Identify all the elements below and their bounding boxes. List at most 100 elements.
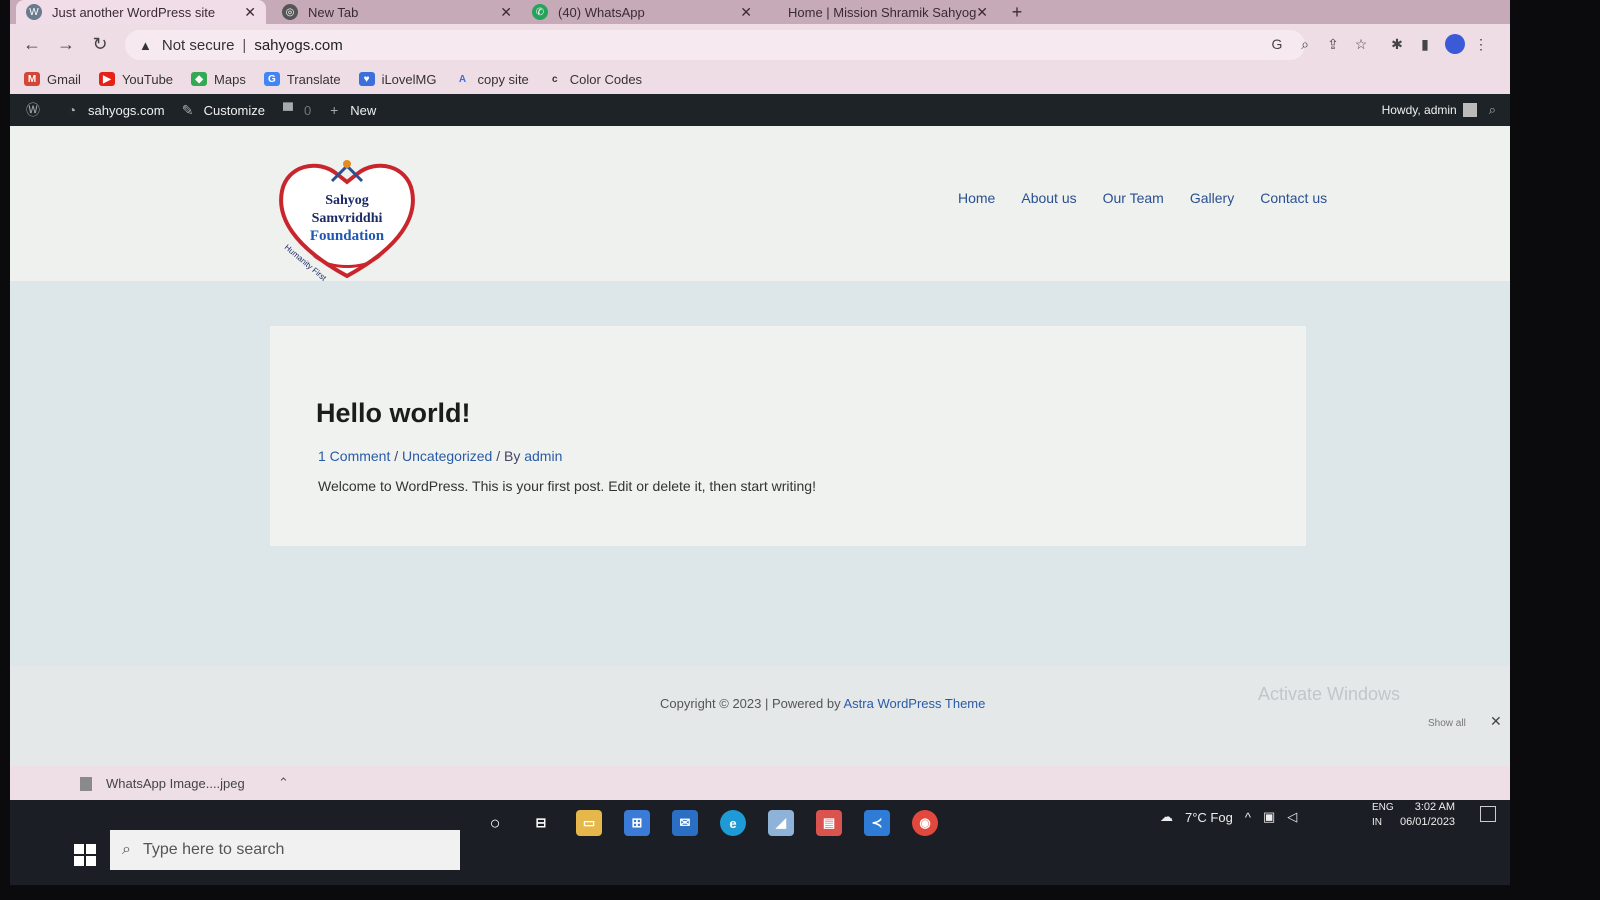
share-icon[interactable]: ⇪ xyxy=(1324,35,1342,53)
divider: | xyxy=(242,36,247,54)
logo-line2: Samvriddhi xyxy=(312,211,383,226)
bookmark-label: Maps xyxy=(214,71,246,87)
tab-title: Just another WordPress site xyxy=(52,4,216,20)
tab-new-tab[interactable]: ◎ New Tab ✕ xyxy=(272,0,522,24)
nav-about-us[interactable]: About us xyxy=(1021,190,1076,206)
show-all-downloads[interactable]: Show all xyxy=(1428,718,1466,729)
copy-site-icon: A xyxy=(458,73,467,85)
nav-home[interactable]: Home xyxy=(958,190,995,206)
profile-avatar[interactable] xyxy=(1445,34,1465,54)
comment-bubble-icon: ▀ xyxy=(283,102,293,118)
address-bar[interactable]: ▲ Not secure | sahyogs.com xyxy=(125,30,1305,60)
tab-mission-shramik[interactable]: Home | Mission Shramik Sahyog ✕ xyxy=(778,0,998,24)
meta-by: / By xyxy=(492,448,525,464)
system-tray: ☁ 7°C Fog ^ ▣ ◁ xyxy=(1160,802,1309,832)
close-tab-icon[interactable]: ✕ xyxy=(244,4,256,21)
heart-icon: ♥ xyxy=(358,72,375,86)
system-clock[interactable]: 3:02 AM 06/01/2023 xyxy=(1400,800,1455,830)
bookmark-translate[interactable]: G Translate xyxy=(263,71,341,87)
close-download-bar-icon[interactable]: ✕ xyxy=(1490,713,1502,730)
weather-icon: ☁ xyxy=(1160,809,1173,824)
meta-separator: / xyxy=(390,448,403,464)
bookmark-copy-site[interactable]: A copy site xyxy=(454,72,529,87)
store-icon[interactable]: ⊞ xyxy=(624,810,650,836)
vscode-icon[interactable]: ≺ xyxy=(864,810,890,836)
admin-account[interactable]: Howdy, admin ⌕ xyxy=(1382,94,1496,126)
windows-start-icon[interactable] xyxy=(74,844,98,868)
admin-new[interactable]: + New xyxy=(325,101,376,119)
bookmark-label: Translate xyxy=(286,71,341,87)
lang-primary: ENG xyxy=(1372,802,1394,813)
tab-wordpress-site[interactable]: W Just another WordPress site ✕ xyxy=(16,0,266,24)
category-link[interactable]: Uncategorized xyxy=(402,448,492,464)
foundation-logo[interactable]: Sahyog Samvriddhi Foundation Humanity Fi… xyxy=(272,156,422,286)
customize-label: Customize xyxy=(203,102,266,118)
chrome-icon[interactable]: ◉ xyxy=(912,810,938,836)
translate-icon: G xyxy=(263,72,280,86)
notification-icon[interactable] xyxy=(1480,806,1496,822)
reload-icon[interactable]: ↻ xyxy=(88,32,112,56)
plus-icon: + xyxy=(330,102,339,118)
copyright-label: Copyright © 2023 | Powered by xyxy=(660,696,844,711)
bookmark-youtube[interactable]: ▶ YouTube xyxy=(98,71,174,87)
whatsapp-favicon-icon: ✆ xyxy=(532,4,548,20)
nav-contact-us[interactable]: Contact us xyxy=(1260,190,1327,206)
file-explorer-icon[interactable]: ▭ xyxy=(576,810,602,836)
side-panel-icon[interactable]: ▮ xyxy=(1416,35,1434,53)
download-item[interactable]: WhatsApp Image....jpeg xyxy=(80,776,245,791)
astra-theme-link[interactable]: Astra WordPress Theme xyxy=(844,696,986,711)
nav-our-team[interactable]: Our Team xyxy=(1103,190,1164,206)
bookmark-star-icon[interactable]: ☆ xyxy=(1352,35,1370,53)
tab-strip: W Just another WordPress site ✕ ◎ New Ta… xyxy=(10,0,1510,24)
admin-customize[interactable]: ✎ Customize xyxy=(179,101,265,119)
menu-kebab-icon[interactable]: ⋮ xyxy=(1472,35,1490,53)
edge-icon[interactable]: e xyxy=(720,810,746,836)
tab-title: (40) WhatsApp xyxy=(558,4,645,20)
mail-icon[interactable]: ✉ xyxy=(672,810,698,836)
back-arrow-icon[interactable]: ← xyxy=(20,32,44,56)
zoom-icon[interactable]: ⌕ xyxy=(1296,35,1314,53)
bookmark-ilovelmg[interactable]: ♥ iLovelMG xyxy=(358,72,436,87)
new-label: New xyxy=(350,102,377,118)
close-tab-icon[interactable]: ✕ xyxy=(740,4,752,21)
howdy-text: Howdy, admin xyxy=(1381,103,1457,117)
bookmark-label: YouTube xyxy=(121,71,174,87)
bookmark-maps[interactable]: ◆ Maps xyxy=(191,72,246,87)
google-lens-icon[interactable]: G xyxy=(1268,35,1286,53)
language-indicator[interactable]: ENG IN xyxy=(1372,800,1394,830)
app-icon[interactable]: ◢ xyxy=(768,810,794,836)
site-footer: Copyright © 2023 | Powered by Astra Word… xyxy=(10,666,1510,766)
tab-title: Home | Mission Shramik Sahyog xyxy=(788,4,977,20)
wp-logo-menu[interactable]: Ⓦ xyxy=(24,101,49,119)
chevron-up-icon[interactable]: ⌃ xyxy=(278,775,289,791)
bookmark-gmail[interactable]: M Gmail xyxy=(24,72,81,87)
wordpress-logo-icon: Ⓦ xyxy=(26,102,40,118)
new-tab-icon[interactable]: + xyxy=(1005,0,1029,24)
close-tab-icon[interactable]: ✕ xyxy=(500,4,512,21)
admin-search-icon[interactable]: ⌕ xyxy=(1489,102,1496,118)
tab-whatsapp[interactable]: ✆ (40) WhatsApp ✕ xyxy=(522,0,762,24)
activate-windows-watermark: Activate Windows xyxy=(1258,684,1401,704)
admin-avatar xyxy=(1462,103,1477,117)
volume-icon[interactable]: ◁ xyxy=(1287,809,1297,825)
network-icon[interactable]: ▣ xyxy=(1263,809,1275,825)
author-link[interactable]: admin xyxy=(524,448,562,464)
office-icon[interactable]: ▤ xyxy=(816,810,842,836)
close-tab-icon[interactable]: ✕ xyxy=(976,4,988,21)
post-title[interactable]: Hello world! xyxy=(316,398,471,429)
task-view-icon[interactable]: ⊟ xyxy=(528,810,554,836)
bookmark-color-codes[interactable]: c Color Codes xyxy=(547,72,642,87)
weather-text[interactable]: 7°C Fog xyxy=(1185,810,1233,825)
extensions-icon[interactable]: ✱ xyxy=(1388,35,1406,53)
maps-icon: ◆ xyxy=(191,72,208,86)
admin-site-name[interactable]: ◔ sahyogs.com xyxy=(63,101,165,119)
comments-link[interactable]: 1 Comment xyxy=(318,448,390,464)
tray-chevron-icon[interactable]: ^ xyxy=(1245,810,1251,825)
forward-arrow-icon[interactable]: → xyxy=(54,32,78,56)
admin-comments[interactable]: ▀ 0 xyxy=(279,101,311,119)
nav-gallery[interactable]: Gallery xyxy=(1190,190,1234,206)
download-shelf: WhatsApp Image....jpeg ⌃ xyxy=(10,766,1510,800)
cortana-icon[interactable]: ○ xyxy=(482,810,508,836)
taskbar-search-input[interactable]: ⌕ Type here to search xyxy=(110,830,460,870)
clock-time: 3:02 AM xyxy=(1414,801,1456,813)
